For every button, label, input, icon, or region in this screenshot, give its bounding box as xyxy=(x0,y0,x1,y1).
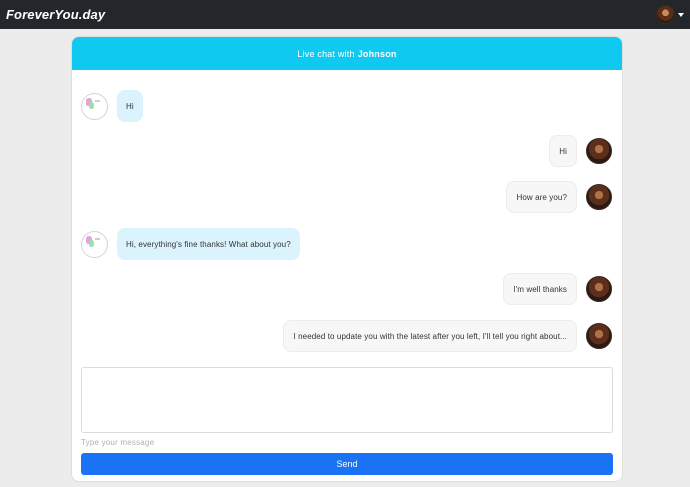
message-input-help: Type your message xyxy=(81,438,155,447)
message-bot: Hi, everything's fine thanks! What about… xyxy=(81,228,300,260)
chat-header-prefix: Live chat with xyxy=(297,48,355,59)
message-user: Hi xyxy=(549,135,612,167)
message-list: Hi Hi How are you? Hi, everything's fine… xyxy=(72,70,622,370)
user-avatar-icon xyxy=(586,323,612,349)
message-bubble: I needed to update you with the latest a… xyxy=(283,320,577,352)
message-composer: Type your message Send xyxy=(81,367,613,475)
caret-down-icon[interactable] xyxy=(678,12,684,17)
bot-avatar-icon xyxy=(81,92,108,120)
chat-header: Live chat with Johnson xyxy=(72,37,622,70)
user-avatar-icon xyxy=(586,138,612,164)
send-button[interactable]: Send xyxy=(81,453,613,475)
message-bubble: How are you? xyxy=(506,181,577,213)
brand-logo[interactable]: ForeverYou.day xyxy=(6,7,105,22)
chat-card: Live chat with Johnson Hi Hi How are you… xyxy=(71,36,623,482)
top-navbar: ForeverYou.day xyxy=(0,0,690,29)
message-bubble: Hi, everything's fine thanks! What about… xyxy=(117,228,300,260)
user-avatar-icon[interactable] xyxy=(656,5,675,24)
message-user: I'm well thanks xyxy=(503,273,612,305)
message-bubble: Hi xyxy=(117,90,143,122)
message-user: I needed to update you with the latest a… xyxy=(283,320,612,352)
user-menu[interactable] xyxy=(656,5,684,24)
bot-avatar-icon xyxy=(81,230,108,258)
user-avatar-icon xyxy=(586,276,612,302)
chat-partner-name: Johnson xyxy=(357,48,397,59)
message-bubble: I'm well thanks xyxy=(503,273,577,305)
message-input[interactable] xyxy=(81,367,613,433)
message-bot: Hi xyxy=(81,90,143,122)
message-user: How are you? xyxy=(506,181,612,213)
message-bubble: Hi xyxy=(549,135,577,167)
user-avatar-icon xyxy=(586,184,612,210)
